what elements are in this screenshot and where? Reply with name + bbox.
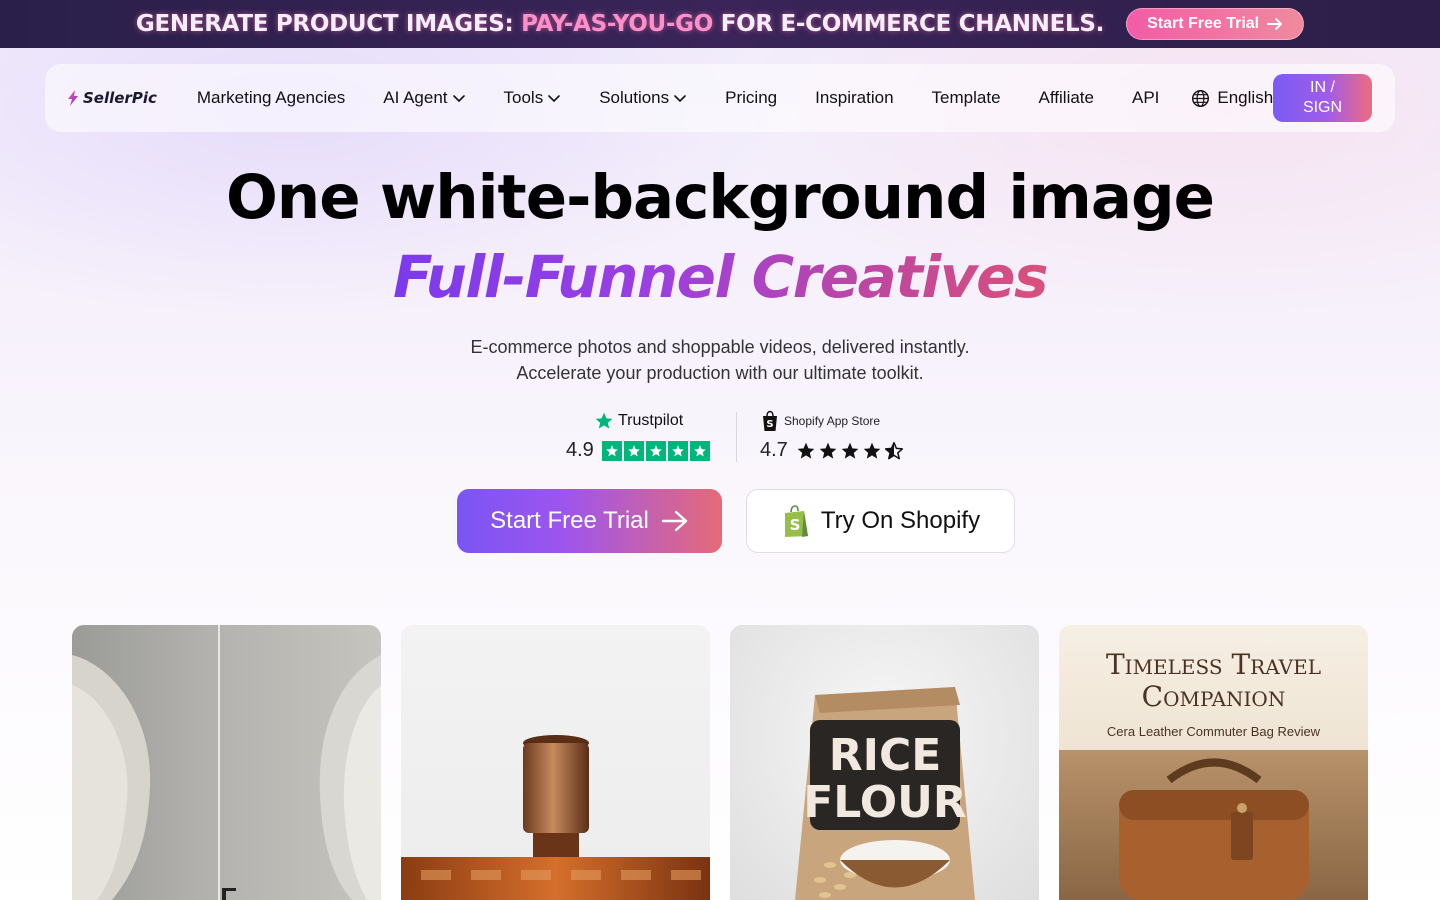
half-star-icon bbox=[884, 441, 903, 459]
star-icon bbox=[819, 442, 837, 459]
hero-subtitle: Full-Funnel Creatives bbox=[0, 243, 1440, 311]
trustpilot-brand: Trustpilot bbox=[566, 408, 716, 434]
signin-label-line1: IN / bbox=[1310, 79, 1335, 96]
shopify-bag-icon: S bbox=[763, 410, 777, 431]
card4-title-line2: Companion bbox=[1141, 680, 1286, 713]
trustpilot-star-icon bbox=[595, 412, 613, 429]
logo[interactable]: SellerPic bbox=[67, 89, 157, 107]
chevron-down-icon bbox=[674, 95, 686, 103]
card4-title-line1: Timeless Travel bbox=[1106, 648, 1321, 681]
shopify-score: 4.7 bbox=[760, 439, 788, 461]
nav-item-label: Inspiration bbox=[815, 88, 894, 107]
ratings-divider bbox=[736, 412, 737, 462]
star-icon bbox=[667, 440, 688, 461]
banner-start-trial-button[interactable]: Start Free Trial bbox=[1126, 8, 1305, 40]
shopify-logo-icon: S bbox=[784, 505, 808, 537]
arrow-right-icon bbox=[661, 510, 688, 532]
promo-banner: GENERATE PRODUCT IMAGES: PAY-AS-YOU-GO F… bbox=[0, 0, 1440, 48]
nav-ai-agent[interactable]: AI Agent bbox=[383, 88, 465, 108]
showcase-card-hair[interactable] bbox=[72, 625, 381, 900]
nav-solutions[interactable]: Solutions bbox=[599, 88, 687, 108]
showcase-card-rice-flour[interactable]: RICE FLOUR bbox=[730, 625, 1039, 900]
perfume-photo bbox=[401, 735, 710, 900]
leather-bag-photo bbox=[1119, 758, 1309, 900]
nav-inspiration[interactable]: Inspiration bbox=[815, 88, 893, 108]
shopify-brand: S Shopify App Store bbox=[760, 408, 930, 434]
star-icon bbox=[797, 442, 815, 459]
nav-template[interactable]: Template bbox=[932, 88, 1001, 108]
star-icon bbox=[841, 442, 859, 459]
trustpilot-rating[interactable]: Trustpilot 4.9 bbox=[566, 408, 716, 462]
hero-desc-line1: E-commerce photos and shoppable videos, … bbox=[470, 337, 970, 357]
nav-item-label: Marketing Agencies bbox=[196, 88, 346, 107]
try-on-shopify-label: Try On Shopify bbox=[820, 507, 981, 534]
rice-flour-photo: RICE FLOUR bbox=[795, 687, 975, 900]
promo-text-highlight: PAY-AS-YOU-GO bbox=[521, 11, 713, 37]
logo-text: SellerPic bbox=[83, 89, 157, 107]
chevron-down-icon bbox=[548, 95, 561, 103]
nav-item-label: AI Agent bbox=[383, 88, 448, 107]
flour-label-text: FLOUR bbox=[803, 777, 967, 828]
promo-text-prefix: GENERATE PRODUCT IMAGES: bbox=[135, 11, 514, 37]
globe-icon bbox=[1192, 89, 1210, 107]
showcase-card-leather-bag[interactable]: Timeless Travel Companion Cera Leather C… bbox=[1059, 625, 1368, 900]
showcase-card-perfume[interactable] bbox=[401, 625, 710, 900]
card4-title: Timeless Travel Companion bbox=[1059, 649, 1368, 713]
trustpilot-stars bbox=[601, 440, 710, 461]
nav-tools[interactable]: Tools bbox=[504, 88, 562, 108]
hero-description: E-commerce photos and shoppable videos, … bbox=[0, 334, 1440, 386]
nav-item-label: API bbox=[1131, 88, 1160, 107]
shopify-rating[interactable]: S Shopify App Store 4.7 bbox=[760, 408, 930, 462]
arrow-right-icon bbox=[1267, 18, 1283, 30]
rice-label-text: RICE bbox=[829, 730, 942, 781]
card4-subtitle: Cera Leather Commuter Bag Review bbox=[1106, 724, 1321, 739]
star-icon bbox=[645, 440, 666, 461]
star-icon bbox=[623, 440, 644, 461]
nav-affiliate[interactable]: Affiliate bbox=[1039, 88, 1094, 108]
star-icon bbox=[689, 440, 710, 461]
try-on-shopify-button[interactable]: S Try On Shopify bbox=[746, 489, 1015, 553]
nav-marketing-agencies[interactable]: Marketing Agencies bbox=[197, 88, 345, 108]
main-navbar: SellerPic Marketing Agencies AI Agent To… bbox=[45, 64, 1395, 132]
banner-cta-label: Start Free Trial bbox=[1147, 15, 1260, 32]
star-icon bbox=[863, 442, 881, 459]
shopify-stars bbox=[796, 441, 904, 461]
nav-item-label: Tools bbox=[503, 88, 544, 107]
nav-item-label: Template bbox=[931, 88, 1001, 107]
svg-text:S: S bbox=[790, 516, 801, 534]
hero-title: One white-background image bbox=[225, 162, 1215, 233]
chevron-down-icon bbox=[452, 95, 465, 103]
language-label: English bbox=[1217, 88, 1274, 107]
shopify-store-name: Shopify App Store bbox=[784, 414, 881, 428]
card4-photo-bg bbox=[1059, 750, 1368, 900]
trustpilot-score: 4.9 bbox=[566, 439, 594, 461]
nav-item-label: Pricing bbox=[725, 88, 778, 107]
hair-photo bbox=[72, 625, 381, 900]
promo-text-suffix: FOR E-COMMERCE CHANNELS. bbox=[720, 11, 1105, 37]
start-free-trial-label: Start Free Trial bbox=[490, 507, 649, 534]
hero-subtitle-text: Full-Funnel Creatives bbox=[393, 243, 1048, 311]
start-free-trial-button[interactable]: Start Free Trial bbox=[457, 489, 722, 553]
nav-pricing[interactable]: Pricing bbox=[725, 88, 777, 108]
star-icon bbox=[601, 440, 622, 461]
nav-api[interactable]: API bbox=[1132, 88, 1159, 108]
svg-text:S: S bbox=[766, 419, 773, 430]
promo-banner-text: GENERATE PRODUCT IMAGES: PAY-AS-YOU-GO F… bbox=[135, 11, 1105, 37]
nav-item-label: Affiliate bbox=[1038, 88, 1094, 107]
logo-bolt-icon bbox=[68, 90, 78, 106]
language-selector[interactable]: English bbox=[1191, 88, 1273, 108]
hero-desc-line2: Accelerate your production with our ulti… bbox=[516, 363, 924, 383]
nav-item-label: Solutions bbox=[599, 88, 670, 107]
signin-button[interactable]: IN / SIGN bbox=[1273, 74, 1372, 122]
trustpilot-name: Trustpilot bbox=[618, 412, 684, 429]
signin-label-line2: SIGN bbox=[1302, 99, 1343, 116]
